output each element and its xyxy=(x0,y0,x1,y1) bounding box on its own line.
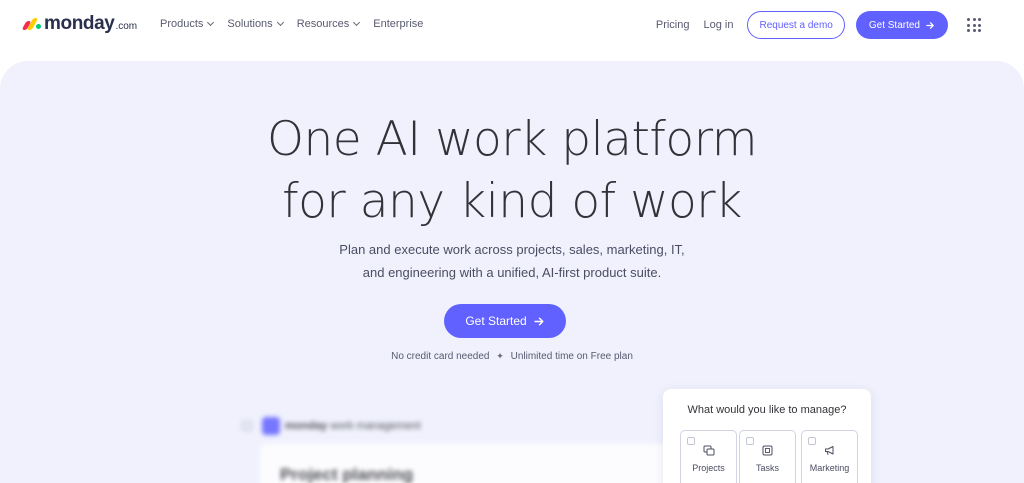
menu-resources[interactable]: Resources xyxy=(296,18,361,30)
menu-enterprise[interactable]: Enterprise xyxy=(373,18,423,30)
product-preview: monday work management Project planning xyxy=(232,410,680,483)
option-tasks-label: Tasks xyxy=(755,463,779,473)
hero-subtitle: Plan and execute work across projects, s… xyxy=(0,238,1024,284)
nav-get-started-button[interactable]: Get Started xyxy=(855,11,948,39)
arrow-right-icon xyxy=(534,316,544,326)
logo-word: monday xyxy=(44,13,115,34)
hero-subtitle-line2: and engineering with a unified, AI-first… xyxy=(362,265,662,280)
hero-title-line1: One AI work platform xyxy=(267,112,757,167)
hero-title: One AI work platform for any kind of wor… xyxy=(0,109,1024,233)
menu-products[interactable]: Products xyxy=(160,18,215,30)
hero-get-started-button[interactable]: Get Started xyxy=(444,304,566,338)
preview-product: work management xyxy=(330,420,421,432)
monday-logo[interactable]: monday .com xyxy=(21,13,138,35)
free-plan-note: Unlimited time on Free plan xyxy=(510,351,633,362)
login-link[interactable]: Log in xyxy=(703,19,733,31)
top-nav: monday .com Products Solutions Resources… xyxy=(0,0,1024,50)
option-checkbox[interactable] xyxy=(808,437,816,445)
hero-subtitle-line1: Plan and execute work across projects, s… xyxy=(339,242,685,257)
nav-get-started-label: Get Started xyxy=(868,19,920,31)
menu-solutions-label: Solutions xyxy=(227,18,273,30)
preview-product-label: monday work management xyxy=(285,420,421,432)
option-projects-label: Projects xyxy=(692,463,725,473)
page: monday .com Products Solutions Resources… xyxy=(0,0,1024,483)
chevron-down-icon xyxy=(353,18,361,27)
manage-selector-card: What would you like to manage? Projects … xyxy=(663,389,871,483)
chevron-down-icon xyxy=(276,18,284,27)
menu-enterprise-label: Enterprise xyxy=(373,18,424,30)
menu-products-label: Products xyxy=(160,18,204,30)
projects-icon xyxy=(681,445,736,459)
preview-board-title: Project planning xyxy=(280,465,414,483)
preview-brand: monday xyxy=(285,420,328,432)
pricing-link[interactable]: Pricing xyxy=(656,19,690,31)
request-demo-button[interactable]: Request a demo xyxy=(747,11,845,39)
hero-title-line2: for any kind of work xyxy=(282,174,742,229)
manage-question: What would you like to manage? xyxy=(687,404,847,416)
hero-get-started-label: Get Started xyxy=(465,314,527,328)
preview-checkbox xyxy=(242,421,252,431)
tasks-icon xyxy=(740,445,795,459)
option-marketing-label: Marketing xyxy=(809,463,850,473)
option-checkbox[interactable] xyxy=(746,437,754,445)
option-checkbox[interactable] xyxy=(687,437,695,445)
grid-dots-icon[interactable] xyxy=(967,18,981,32)
arrow-right-icon xyxy=(926,21,934,29)
preview-logo-icon xyxy=(262,417,280,435)
hero-note: No credit card needed ✦ Unlimited time o… xyxy=(0,351,1024,362)
request-demo-label: Request a demo xyxy=(759,19,833,31)
logo-suffix: .com xyxy=(115,21,138,32)
option-tasks[interactable]: Tasks xyxy=(739,430,796,483)
nav-actions: Pricing Log in Request a demo Get Starte… xyxy=(656,11,948,39)
chevron-down-icon xyxy=(207,18,215,27)
sparkle-icon: ✦ xyxy=(496,351,504,361)
megaphone-icon xyxy=(802,445,857,459)
main-menu: Products Solutions Resources Enterprise xyxy=(160,18,423,30)
option-projects[interactable]: Projects xyxy=(680,430,737,483)
no-credit-card-note: No credit card needed xyxy=(391,351,490,362)
option-marketing[interactable]: Marketing xyxy=(801,430,858,483)
menu-solutions[interactable]: Solutions xyxy=(227,18,284,30)
monday-logo-icon xyxy=(21,18,41,30)
menu-resources-label: Resources xyxy=(296,18,350,30)
